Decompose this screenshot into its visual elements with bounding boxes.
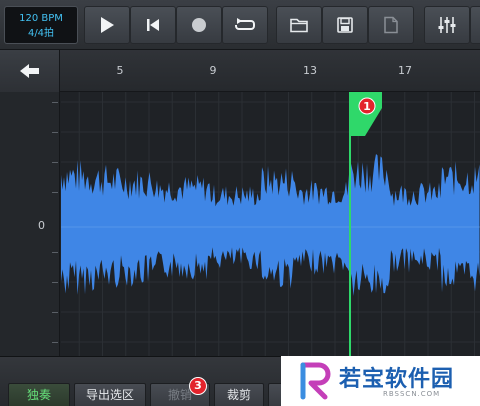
brand-name: 若宝软件园 <box>339 367 455 392</box>
brand-url: RBSSCN.COM <box>383 390 441 398</box>
back-button[interactable] <box>0 50 60 92</box>
waveform-canvas[interactable]: 1 <box>61 92 480 356</box>
step-badge: 3 <box>189 377 207 395</box>
save-button[interactable] <box>322 6 368 44</box>
top-toolbar: 120 BPM 4/4拍 <box>0 0 480 50</box>
bar-number-13: 13 <box>303 64 317 77</box>
marker-number: 1 <box>363 100 371 113</box>
record-button[interactable] <box>176 6 222 44</box>
skip-to-start-icon <box>147 19 159 31</box>
play-button[interactable] <box>84 6 130 44</box>
watermark: 若宝软件园 RBSSCN.COM <box>281 356 480 406</box>
more-button[interactable] <box>470 6 480 44</box>
amplitude-axis: 0 <box>0 92 60 356</box>
axis-tick <box>52 102 58 103</box>
mixer-button[interactable] <box>424 6 470 44</box>
bpm-label: 120 BPM <box>19 13 63 24</box>
folder-icon <box>290 18 308 33</box>
axis-tick <box>52 342 58 343</box>
new-file-icon <box>384 16 398 34</box>
skip-to-start-button[interactable] <box>130 6 176 44</box>
axis-tick <box>52 192 58 193</box>
audio-waveform[interactable] <box>61 154 480 296</box>
record-icon <box>192 18 206 32</box>
cut-button[interactable]: 裁剪 <box>214 383 264 406</box>
timeline-ruler[interactable]: 5 9 13 17 <box>0 50 480 92</box>
time-signature-label: 4/4拍 <box>27 28 55 39</box>
bar-number-5: 5 <box>116 64 124 77</box>
export-selection-button[interactable]: 导出选区 <box>74 383 146 406</box>
open-file-button[interactable] <box>276 6 322 44</box>
solo-button[interactable]: 独奏 <box>8 383 70 406</box>
arrow-left-icon <box>20 64 39 78</box>
axis-tick <box>52 132 58 133</box>
play-icon <box>101 17 114 33</box>
axis-tick <box>52 282 58 283</box>
brand-logo-icon <box>300 362 331 400</box>
loop-icon <box>235 18 255 30</box>
loop-button[interactable] <box>222 6 268 44</box>
axis-tick <box>52 312 58 313</box>
save-icon <box>337 17 353 33</box>
new-file-button[interactable] <box>368 6 414 44</box>
bar-number-9: 9 <box>209 64 217 77</box>
mixer-icon <box>438 17 456 33</box>
waveform-editor[interactable]: 0 1 <box>0 92 480 356</box>
axis-tick <box>52 252 58 253</box>
axis-tick <box>52 162 58 163</box>
bar-number-17: 17 <box>398 64 412 77</box>
tempo-display[interactable]: 120 BPM 4/4拍 <box>4 6 78 44</box>
axis-zero-label: 0 <box>38 219 45 232</box>
